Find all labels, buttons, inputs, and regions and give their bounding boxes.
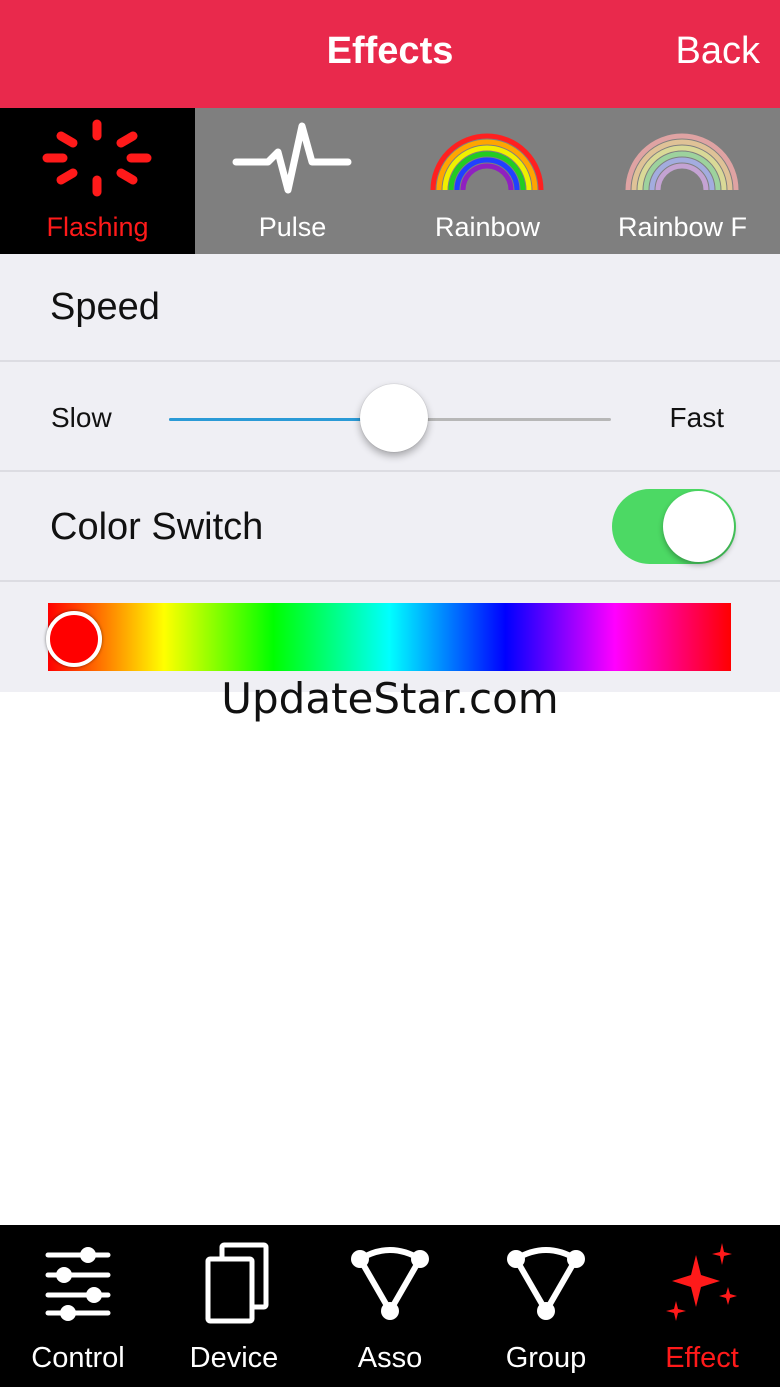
group-icon [507,1247,585,1320]
tab-group[interactable]: Group [468,1225,624,1387]
tab-label: Asso [357,1342,423,1374]
effect-tab-rainbow-fade[interactable]: Rainbow F [585,108,780,254]
tab-label: Effect [665,1342,739,1374]
asso-icon [351,1247,429,1320]
effect-tab-label: Rainbow F [617,212,748,242]
speed-slider-thumb[interactable] [360,384,429,452]
color-switch-knob [663,491,734,562]
flashing-icon [42,119,152,197]
color-switch-toggle[interactable] [612,489,736,564]
tab-label: Group [505,1342,587,1374]
tab-effect[interactable]: Effect [624,1225,780,1387]
speed-slider[interactable] [169,384,611,452]
back-button[interactable]: Back [676,30,760,73]
pulse-icon [232,122,352,194]
color-picker-thumb[interactable] [46,611,102,667]
tab-device[interactable]: Device [156,1225,312,1387]
tab-control[interactable]: Control [0,1225,156,1387]
effect-tab-label: Flashing [46,212,149,242]
speed-row: Speed [0,254,780,362]
effect-tab-label: Pulse [258,212,327,242]
effect-tab-flashing[interactable]: Flashing [0,108,195,254]
rainbow-icon [430,133,544,191]
color-spectrum-bar[interactable] [48,603,731,671]
effect-tabs: Flashing Pulse Rainbow Rainbow F [0,108,780,254]
bottom-tab-bar: Control Device Asso Group Effect [0,1225,780,1387]
speed-title: Speed [50,286,160,328]
slow-label: Slow [51,402,112,433]
rainbow-fade-icon [625,133,739,191]
page-title: Effects [326,30,454,72]
sparkle-icon [666,1243,737,1321]
device-icon [205,1242,269,1324]
effect-tab-pulse[interactable]: Pulse [195,108,390,254]
nav-bar: Effects Back [0,0,780,108]
tab-label: Control [31,1342,125,1374]
tab-asso[interactable]: Asso [312,1225,468,1387]
watermark: UpdateStar.com [221,674,559,723]
color-switch-label: Color Switch [50,506,264,548]
fast-label: Fast [669,402,724,433]
effect-tab-label: Rainbow [434,212,541,242]
tab-label: Device [189,1342,279,1374]
effect-tab-rainbow[interactable]: Rainbow [390,108,585,254]
sliders-icon [45,1247,111,1321]
settings-panel: Speed Slow Fast Color Switch [0,254,780,692]
